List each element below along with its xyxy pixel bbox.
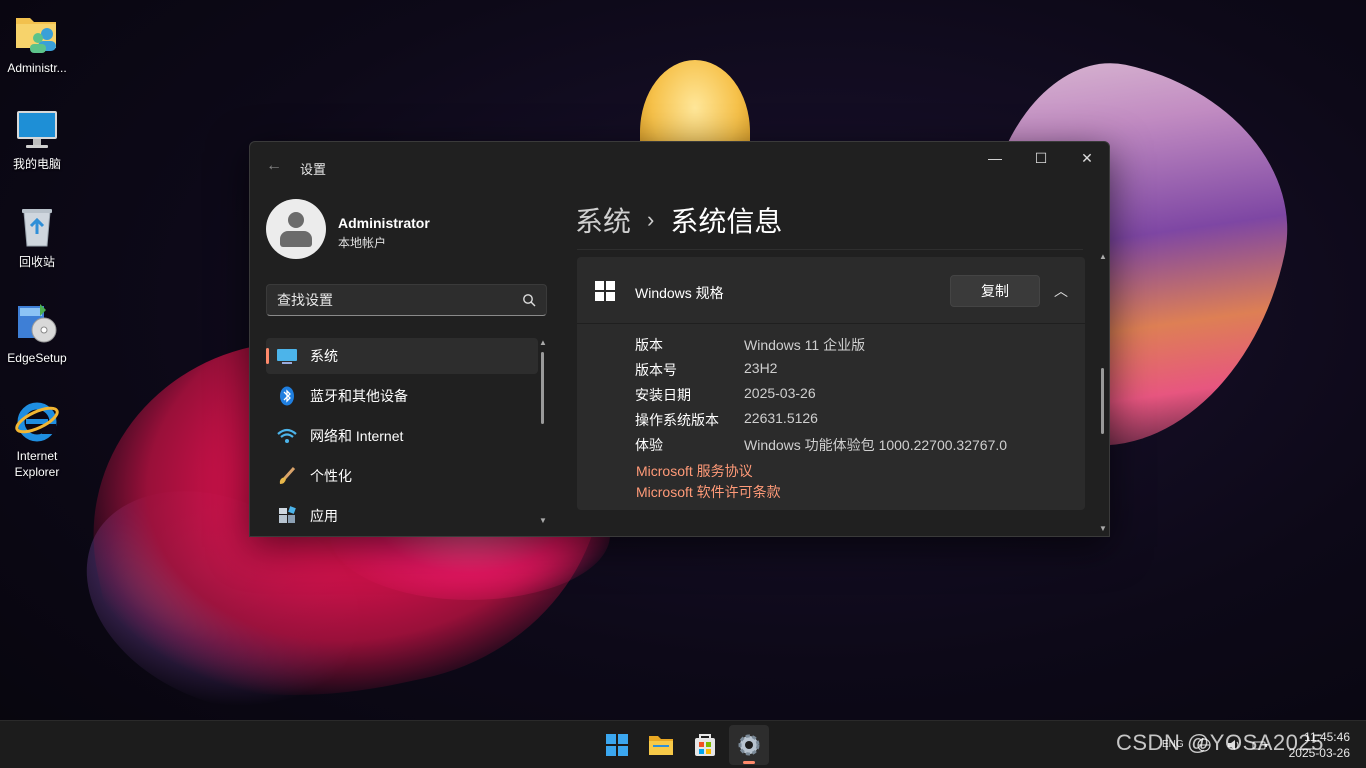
title-bar[interactable]: ← 设置 — ☐ ✕ <box>250 142 1109 188</box>
desktop-icon-edgesetup[interactable]: EdgeSetup <box>0 300 74 366</box>
desktop-icon-internet-explorer[interactable]: Internet Explorer <box>0 398 74 480</box>
file-explorer-button[interactable] <box>641 725 681 765</box>
desktop-icon-recycle-bin[interactable]: 回收站 <box>0 204 74 270</box>
spec-list: 版本 Windows 11 企业版 版本号 23H2 安装日期 2025-03-… <box>635 335 1007 460</box>
scroll-down-icon[interactable]: ▼ <box>1098 524 1108 534</box>
store-icon <box>695 734 715 756</box>
spec-row: 版本号 23H2 <box>635 360 1007 385</box>
spec-key: 体验 <box>635 437 663 453</box>
avatar <box>266 199 326 259</box>
user-name: Administrator <box>338 215 430 231</box>
spec-value: 2025-03-26 <box>744 385 816 401</box>
bluetooth-icon <box>276 385 298 407</box>
desktop-icon-label: Administr... <box>7 61 67 75</box>
account-type: 本地帐户 <box>338 236 387 250</box>
window-title: 设置 <box>300 162 327 177</box>
search-input[interactable] <box>267 285 507 315</box>
store-button[interactable] <box>685 725 725 765</box>
wifi-icon <box>276 425 298 447</box>
spec-key: 操作系统版本 <box>635 412 719 428</box>
spec-row: 体验 Windows 功能体验包 1000.22700.32767.0 <box>635 435 1007 460</box>
maximize-button[interactable]: ☐ <box>1018 142 1064 174</box>
service-agreement-link[interactable]: Microsoft 服务协议 <box>636 461 781 482</box>
search-box <box>266 284 547 316</box>
sidebar-item-label: 系统 <box>310 348 338 364</box>
license-terms-link[interactable]: Microsoft 软件许可条款 <box>636 482 781 503</box>
back-arrow-icon[interactable]: ← <box>264 156 284 176</box>
start-button[interactable] <box>597 725 637 765</box>
page-title: 系统信息 <box>670 206 783 237</box>
scroll-up-icon[interactable]: ▲ <box>1098 252 1108 262</box>
spec-value: 23H2 <box>744 360 778 376</box>
spec-key: 版本 <box>635 337 663 353</box>
internet-explorer-icon <box>14 398 60 444</box>
close-button[interactable]: ✕ <box>1064 142 1109 174</box>
main-scrollbar[interactable]: ▲ ▼ <box>1098 252 1108 534</box>
scroll-up-icon[interactable]: ▲ <box>538 338 548 348</box>
sidebar-item-label: 个性化 <box>310 468 352 484</box>
sidebar-item-label: 应用 <box>310 508 338 524</box>
sidebar-item-label: 网络和 Internet <box>310 428 404 444</box>
desktop-icon-administrator[interactable]: Administr... <box>0 10 74 76</box>
monitor-icon <box>14 106 60 152</box>
card-header[interactable]: Windows 规格 复制 ︿ <box>577 257 1085 324</box>
recycle-bin-icon <box>14 204 60 250</box>
sidebar-item-bluetooth[interactable]: 蓝牙和其他设备 <box>266 378 538 414</box>
avatar-body <box>280 231 312 247</box>
paintbrush-icon <box>276 465 298 487</box>
scroll-down-icon[interactable]: ▼ <box>538 516 548 526</box>
installer-icon <box>14 300 60 346</box>
monitor-icon <box>276 345 298 367</box>
desktop-icon-label: 我的电脑 <box>12 157 61 171</box>
active-indicator <box>743 761 755 764</box>
agreement-links: Microsoft 服务协议 Microsoft 软件许可条款 <box>636 461 781 503</box>
spec-row: 安装日期 2025-03-26 <box>635 385 1007 410</box>
divider <box>577 249 1083 250</box>
watermark-text: CSDN @YOSA2025 <box>1116 730 1324 755</box>
sidebar-item-label: 蓝牙和其他设备 <box>310 388 408 404</box>
spec-key: 安装日期 <box>635 387 691 403</box>
apps-icon <box>276 505 298 526</box>
scrollbar-thumb[interactable] <box>1101 368 1104 434</box>
spec-row: 版本 Windows 11 企业版 <box>635 335 1007 360</box>
breadcrumb: 系统 › 系统信息 <box>575 200 782 240</box>
desktop-icon-label: Internet Explorer <box>14 449 60 479</box>
spec-row: 操作系统版本 22631.5126 <box>635 410 1007 435</box>
settings-window: ← 设置 — ☐ ✕ Administrator 本地帐户 系统 <box>249 141 1110 537</box>
settings-button[interactable] <box>729 725 769 765</box>
chevron-up-icon[interactable]: ︿ <box>1047 277 1075 305</box>
windows-logo-icon <box>606 734 628 756</box>
active-indicator <box>266 348 269 364</box>
card-title: Windows 规格 <box>635 285 724 301</box>
spec-value: Windows 11 企业版 <box>744 337 866 353</box>
copy-button[interactable]: 复制 <box>950 275 1040 307</box>
breadcrumb-parent[interactable]: 系统 <box>575 200 631 240</box>
desktop-icon-label: 回收站 <box>18 255 55 269</box>
spec-value: 22631.5126 <box>744 410 818 426</box>
desktop-icon-my-computer[interactable]: 我的电脑 <box>0 106 74 172</box>
sidebar-item-personalization[interactable]: 个性化 <box>266 458 538 494</box>
chevron-right-icon: › <box>647 207 655 232</box>
desktop-icon-label: EdgeSetup <box>7 351 67 365</box>
scrollbar-thumb[interactable] <box>541 352 544 424</box>
sidebar-item-apps[interactable]: 应用 <box>266 498 538 526</box>
user-profile[interactable]: Administrator 本地帐户 <box>266 199 546 261</box>
minimize-button[interactable]: — <box>972 142 1018 174</box>
windows-spec-card: Windows 规格 复制 ︿ 版本 Windows 11 企业版 版本号 23… <box>577 257 1085 510</box>
sidebar-item-system[interactable]: 系统 <box>266 338 538 374</box>
sidebar-item-network[interactable]: 网络和 Internet <box>266 418 538 454</box>
spec-key: 版本号 <box>635 362 677 378</box>
sidebar-nav: 系统 蓝牙和其他设备 网络和 Internet 个性化 应用 <box>266 338 538 526</box>
spec-value: Windows 功能体验包 1000.22700.32767.0 <box>744 437 1008 453</box>
windows-logo-icon <box>595 281 615 301</box>
search-icon[interactable] <box>522 293 536 307</box>
user-folder-icon <box>14 10 60 56</box>
sidebar-scrollbar[interactable]: ▲ ▼ <box>538 338 548 526</box>
avatar-head <box>288 212 304 228</box>
folder-icon <box>649 736 673 755</box>
gear-icon <box>738 734 760 756</box>
